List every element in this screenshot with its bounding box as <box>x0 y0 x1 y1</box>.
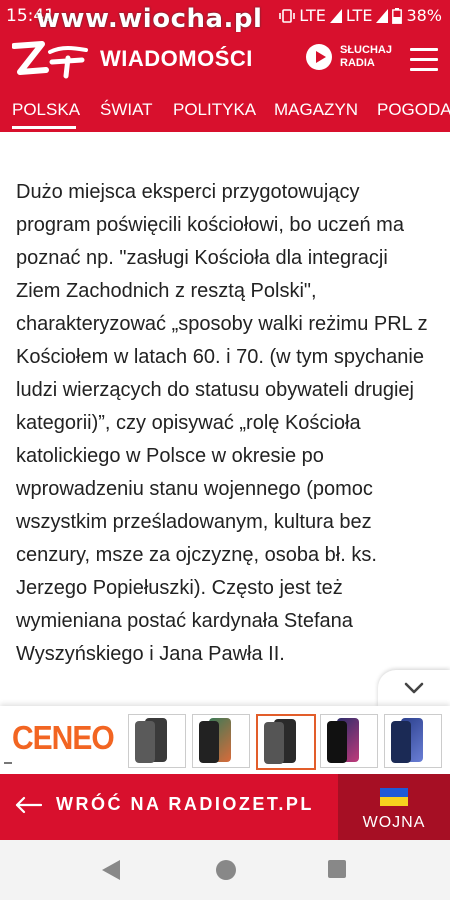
nav-item-magazyn[interactable]: MAGAZYN <box>274 100 358 120</box>
status-icons: LTE LTE 38% <box>279 6 442 25</box>
article-paragraph: Dużo miejsca eksperci przygotowujący pro… <box>16 181 428 665</box>
battery-level: 38% <box>406 6 442 25</box>
nav-item-polska[interactable]: POLSKA <box>12 100 80 120</box>
back-icon[interactable] <box>102 860 120 880</box>
nav-active-indicator <box>12 126 76 129</box>
listen-radio-button[interactable]: SŁUCHAJ RADIA <box>306 44 400 70</box>
nav-item-pogoda[interactable]: POGODA <box>377 100 450 120</box>
home-icon[interactable] <box>216 860 236 880</box>
nav-item-swiat[interactable]: ŚWIAT <box>100 100 153 120</box>
network-label-2: LTE <box>345 6 373 25</box>
ad-product[interactable] <box>384 714 442 768</box>
radio-zet-logo[interactable] <box>12 40 92 80</box>
ad-product[interactable] <box>320 714 378 768</box>
vibrate-icon <box>279 8 296 23</box>
back-link-label: WRÓĆ NA RADIOZET.PL <box>56 794 314 814</box>
collapse-ad-button[interactable] <box>378 670 450 708</box>
ad-indicator <box>4 762 12 764</box>
listen-radio-label: SŁUCHAJ RADIA <box>340 44 392 69</box>
signal-icon <box>329 8 342 23</box>
ceneo-logo[interactable]: CENEO <box>12 720 115 757</box>
section-title[interactable]: WIADOMOŚCI <box>100 46 253 72</box>
category-nav: POLSKA ŚWIAT POLITYKA MAGAZYN POGODA <box>0 88 450 132</box>
nav-item-polityka[interactable]: POLITYKA <box>173 100 256 120</box>
war-label: WOJNA <box>362 814 426 831</box>
ad-product[interactable] <box>128 714 186 768</box>
system-nav-bar <box>0 840 450 900</box>
recent-apps-icon[interactable] <box>328 860 346 878</box>
ceneo-ad-banner[interactable]: CENEO <box>0 706 450 774</box>
signal-icon <box>376 8 389 23</box>
hamburger-menu-icon[interactable] <box>410 48 438 72</box>
bottom-banner: WRÓĆ NA RADIOZET.PL WOJNA <box>0 774 450 840</box>
arrow-left-icon <box>15 796 42 813</box>
ukraine-flag-icon <box>380 788 408 806</box>
back-to-radiozet-link[interactable]: WRÓĆ NA RADIOZET.PL <box>14 794 314 815</box>
war-button[interactable]: WOJNA <box>338 774 450 840</box>
ad-product[interactable] <box>192 714 250 768</box>
ad-product-selected[interactable] <box>256 714 316 770</box>
play-icon <box>306 44 332 70</box>
watermark: www.wiocha.pl <box>36 4 263 34</box>
site-header: WIADOMOŚCI SŁUCHAJ RADIA <box>0 32 450 88</box>
network-label-1: LTE <box>299 6 326 25</box>
battery-icon <box>392 7 403 24</box>
chevron-down-icon <box>404 682 424 694</box>
